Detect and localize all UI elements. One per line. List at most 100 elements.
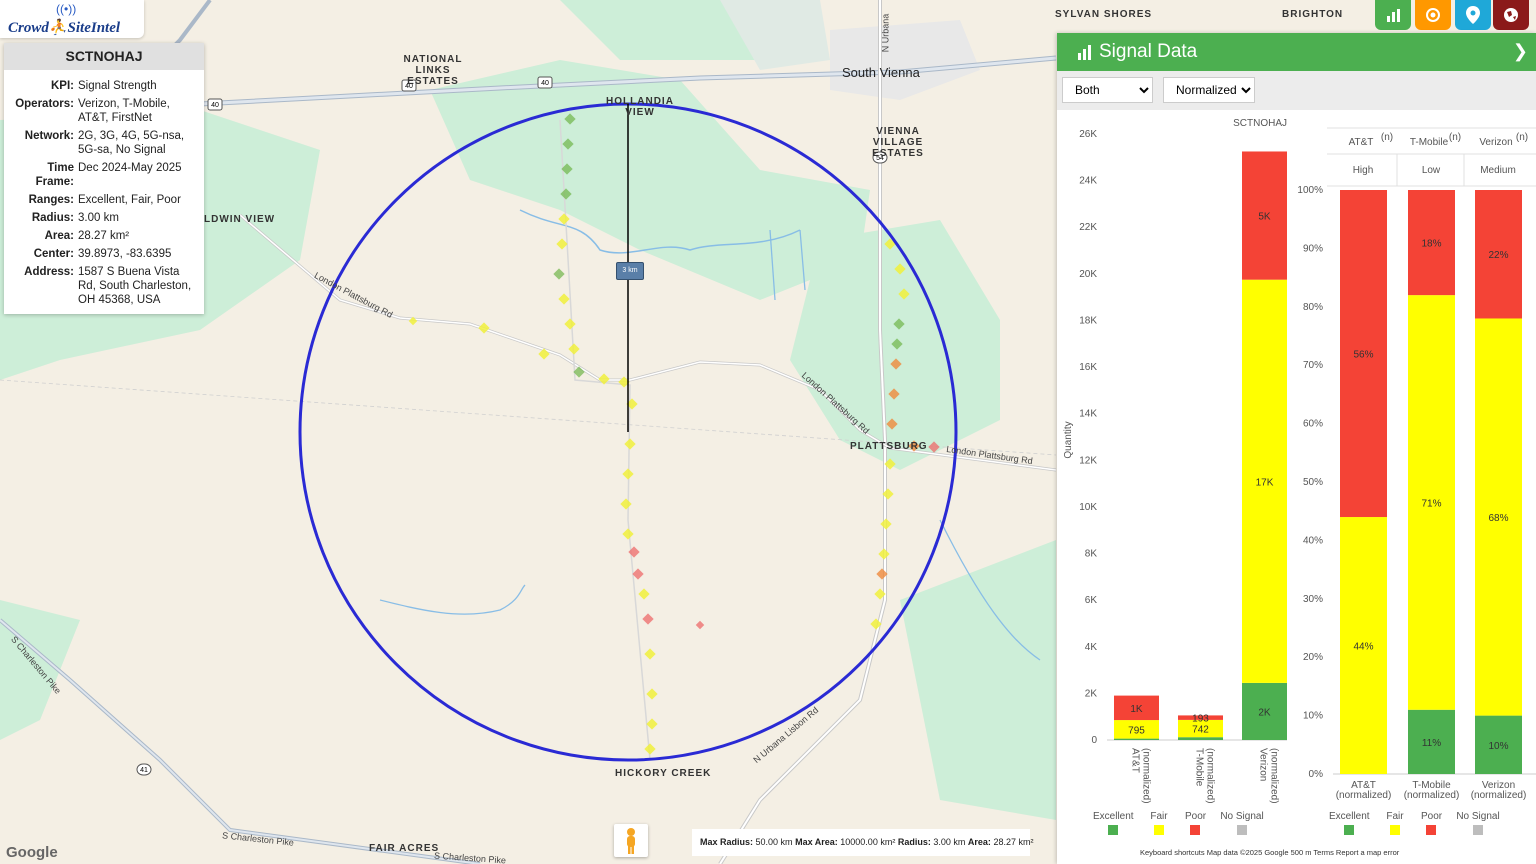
x-category-label: T-Mobile bbox=[1194, 748, 1205, 787]
app-logo[interactable]: ((•)) Crowd⛹SiteIntel bbox=[0, 0, 144, 38]
y-tick-label: 22K bbox=[1079, 222, 1097, 233]
bar-value-label: 68% bbox=[1488, 513, 1508, 524]
info-row-timeframe: Time Frame: Dec 2024-May 2025 bbox=[35, 162, 182, 188]
target-button[interactable] bbox=[1415, 0, 1451, 30]
chevron-right-icon[interactable]: ❯ bbox=[1513, 41, 1528, 62]
legend-item-poor: Poor bbox=[1185, 811, 1206, 838]
info-row-area: Area: 28.27 km² bbox=[44, 230, 130, 242]
target-icon bbox=[1426, 8, 1440, 22]
legend-item-no-signal: No Signal bbox=[1205, 811, 1279, 838]
svg-text:41: 41 bbox=[140, 767, 148, 774]
signal-data-title: Signal Data bbox=[1099, 41, 1198, 62]
label-south-vienna: South Vienna bbox=[842, 65, 920, 80]
street-view-pegman[interactable] bbox=[614, 824, 648, 857]
bar-value-label: 22% bbox=[1488, 250, 1508, 261]
site-info-panel: SCTNOHAJ KPI: Signal Strength Operators: V… bbox=[4, 43, 204, 314]
chart-toggle-button[interactable] bbox=[1375, 0, 1411, 30]
svg-text:40: 40 bbox=[541, 80, 549, 87]
radius-limits-info: Max Radius: 50.00 km Max Area: 10000.00 … bbox=[692, 829, 1033, 856]
info-row-ranges: Ranges: Excellent, Fair, Poor bbox=[28, 194, 181, 206]
x-category-label: (normalized) bbox=[1141, 748, 1152, 804]
legend-item-fair: Fair bbox=[1133, 811, 1185, 838]
operator-header-sup: (n) bbox=[1516, 132, 1528, 143]
svg-text:40: 40 bbox=[211, 102, 219, 109]
y-tick-label: 20% bbox=[1303, 652, 1323, 663]
y-tick-label: 90% bbox=[1303, 243, 1323, 254]
info-row-center: Center: 39.8973, -83.6395 bbox=[33, 248, 172, 260]
legend-item-no-signal: No Signal bbox=[1441, 811, 1515, 838]
y-tick-label: 10% bbox=[1303, 711, 1323, 722]
site-title: SCTNOHAJ bbox=[4, 43, 204, 70]
radius-marker[interactable]: 3 km bbox=[616, 262, 644, 280]
label-sylvan-shores: SYLVAN SHORES bbox=[1055, 9, 1153, 20]
y-tick-label: 80% bbox=[1303, 302, 1323, 313]
x-category-label: (normalized) bbox=[1269, 748, 1280, 804]
info-row-operators: Operators: Verizon, T-Mobile, AT&T, First… bbox=[15, 98, 170, 124]
y-tick-label: 40% bbox=[1303, 535, 1323, 546]
y-tick-label: 20K bbox=[1079, 269, 1097, 280]
label-plattsburg: PLATTSBURG bbox=[850, 441, 928, 452]
y-axis-label: Quantity bbox=[1063, 421, 1074, 458]
google-logo: Google bbox=[6, 844, 58, 861]
percentage-chart: AT&T (n)HighT-Mobile (n)LowVerizon (n)Mediu… bbox=[1297, 127, 1536, 801]
bar-value-label: 5K bbox=[1258, 212, 1271, 223]
x-category-label: (normalized) bbox=[1205, 748, 1216, 804]
operator-level: Medium bbox=[1480, 165, 1516, 176]
y-tick-label: 12K bbox=[1079, 455, 1097, 466]
legend-right: Excellent Fair Poor No Signal bbox=[1329, 811, 1536, 838]
x-category-label: (normalized) bbox=[1471, 790, 1527, 801]
legend-item-poor: Poor bbox=[1421, 811, 1442, 838]
operator-header: Verizon bbox=[1479, 137, 1512, 148]
operator-level: High bbox=[1353, 165, 1374, 176]
bar-value-label: 44% bbox=[1353, 642, 1373, 653]
y-tick-label: 50% bbox=[1303, 477, 1323, 488]
legend-item-excellent: Excellent bbox=[1329, 811, 1370, 838]
map-attribution[interactable]: Keyboard shortcuts Map data ©2025 Google… bbox=[1140, 848, 1399, 857]
info-row-kpi: KPI: Signal Strength bbox=[51, 80, 157, 92]
x-category-label: (normalized) bbox=[1336, 790, 1392, 801]
y-tick-label: 24K bbox=[1079, 176, 1097, 187]
bar-value-label: 2K bbox=[1258, 707, 1271, 718]
globe-button[interactable] bbox=[1493, 0, 1529, 30]
bar-value-label: 742 bbox=[1192, 725, 1209, 736]
bar-value-label: 11% bbox=[1422, 738, 1441, 749]
site-info-table: KPI: Signal Strength Operators: Verizon, T… bbox=[4, 77, 200, 309]
operator-mode-select[interactable]: Both bbox=[1062, 77, 1153, 103]
y-tick-label: 18K bbox=[1079, 315, 1097, 326]
pegman-icon bbox=[627, 828, 635, 854]
map-pin-icon bbox=[1466, 6, 1480, 24]
x-category-label: AT&T bbox=[1130, 748, 1141, 773]
location-button[interactable] bbox=[1455, 0, 1491, 30]
bar-value-label: 56% bbox=[1353, 350, 1373, 361]
label-national-links: NATIONAL LINKS ESTATES bbox=[403, 54, 463, 87]
x-category-label: (normalized) bbox=[1404, 790, 1460, 801]
label-baldwin-view: LDWIN VIEW bbox=[204, 214, 276, 225]
y-tick-label: 70% bbox=[1303, 360, 1323, 371]
bar-value-label: 18% bbox=[1421, 239, 1441, 250]
y-tick-label: 14K bbox=[1079, 409, 1097, 420]
operator-level: Low bbox=[1422, 165, 1441, 176]
info-row-radius: Radius: 3.00 km bbox=[31, 212, 119, 224]
legend-item-excellent: Excellent bbox=[1093, 811, 1134, 838]
bar-value-label: 71% bbox=[1421, 498, 1441, 509]
legend-left: Excellent Fair Poor No Signal bbox=[1093, 811, 1303, 838]
y-tick-label: 60% bbox=[1303, 419, 1323, 430]
info-row-network: Network: 2G, 3G, 4G, 5G-nsa, 5G-sa, No Si… bbox=[24, 130, 185, 156]
value-mode-select[interactable]: Normalized bbox=[1163, 77, 1255, 103]
label-brighton: BRIGHTON bbox=[1282, 9, 1344, 20]
y-tick-label: 26K bbox=[1079, 129, 1097, 140]
quantity-chart: SCTNOHAJ✎02K4K6K8K10K12K14K16K18K20K22K2… bbox=[1063, 118, 1287, 804]
operator-header-sup: (n) bbox=[1449, 132, 1461, 143]
operator-header-sup: (n) bbox=[1381, 132, 1393, 143]
panel-controls: Both Normalized bbox=[1057, 71, 1536, 110]
bar-value-label: 10% bbox=[1488, 741, 1508, 752]
info-row-address: Address: 1587 S Buena Vista Rd, South Cha… bbox=[24, 266, 192, 306]
label-fair-acres: FAIR ACRES bbox=[369, 843, 440, 854]
bar-segment-excellent bbox=[1114, 738, 1159, 740]
chart-title: SCTNOHAJ bbox=[1233, 118, 1287, 129]
y-tick-label: 6K bbox=[1085, 595, 1098, 606]
bar-value-label: 1K bbox=[1130, 704, 1143, 715]
y-tick-label: 4K bbox=[1085, 642, 1098, 653]
signal-data-panel: Signal Data ❯ Both Normalized SCTNOHAJ✎0… bbox=[1057, 33, 1536, 864]
bar-value-label: 193 bbox=[1192, 714, 1209, 725]
